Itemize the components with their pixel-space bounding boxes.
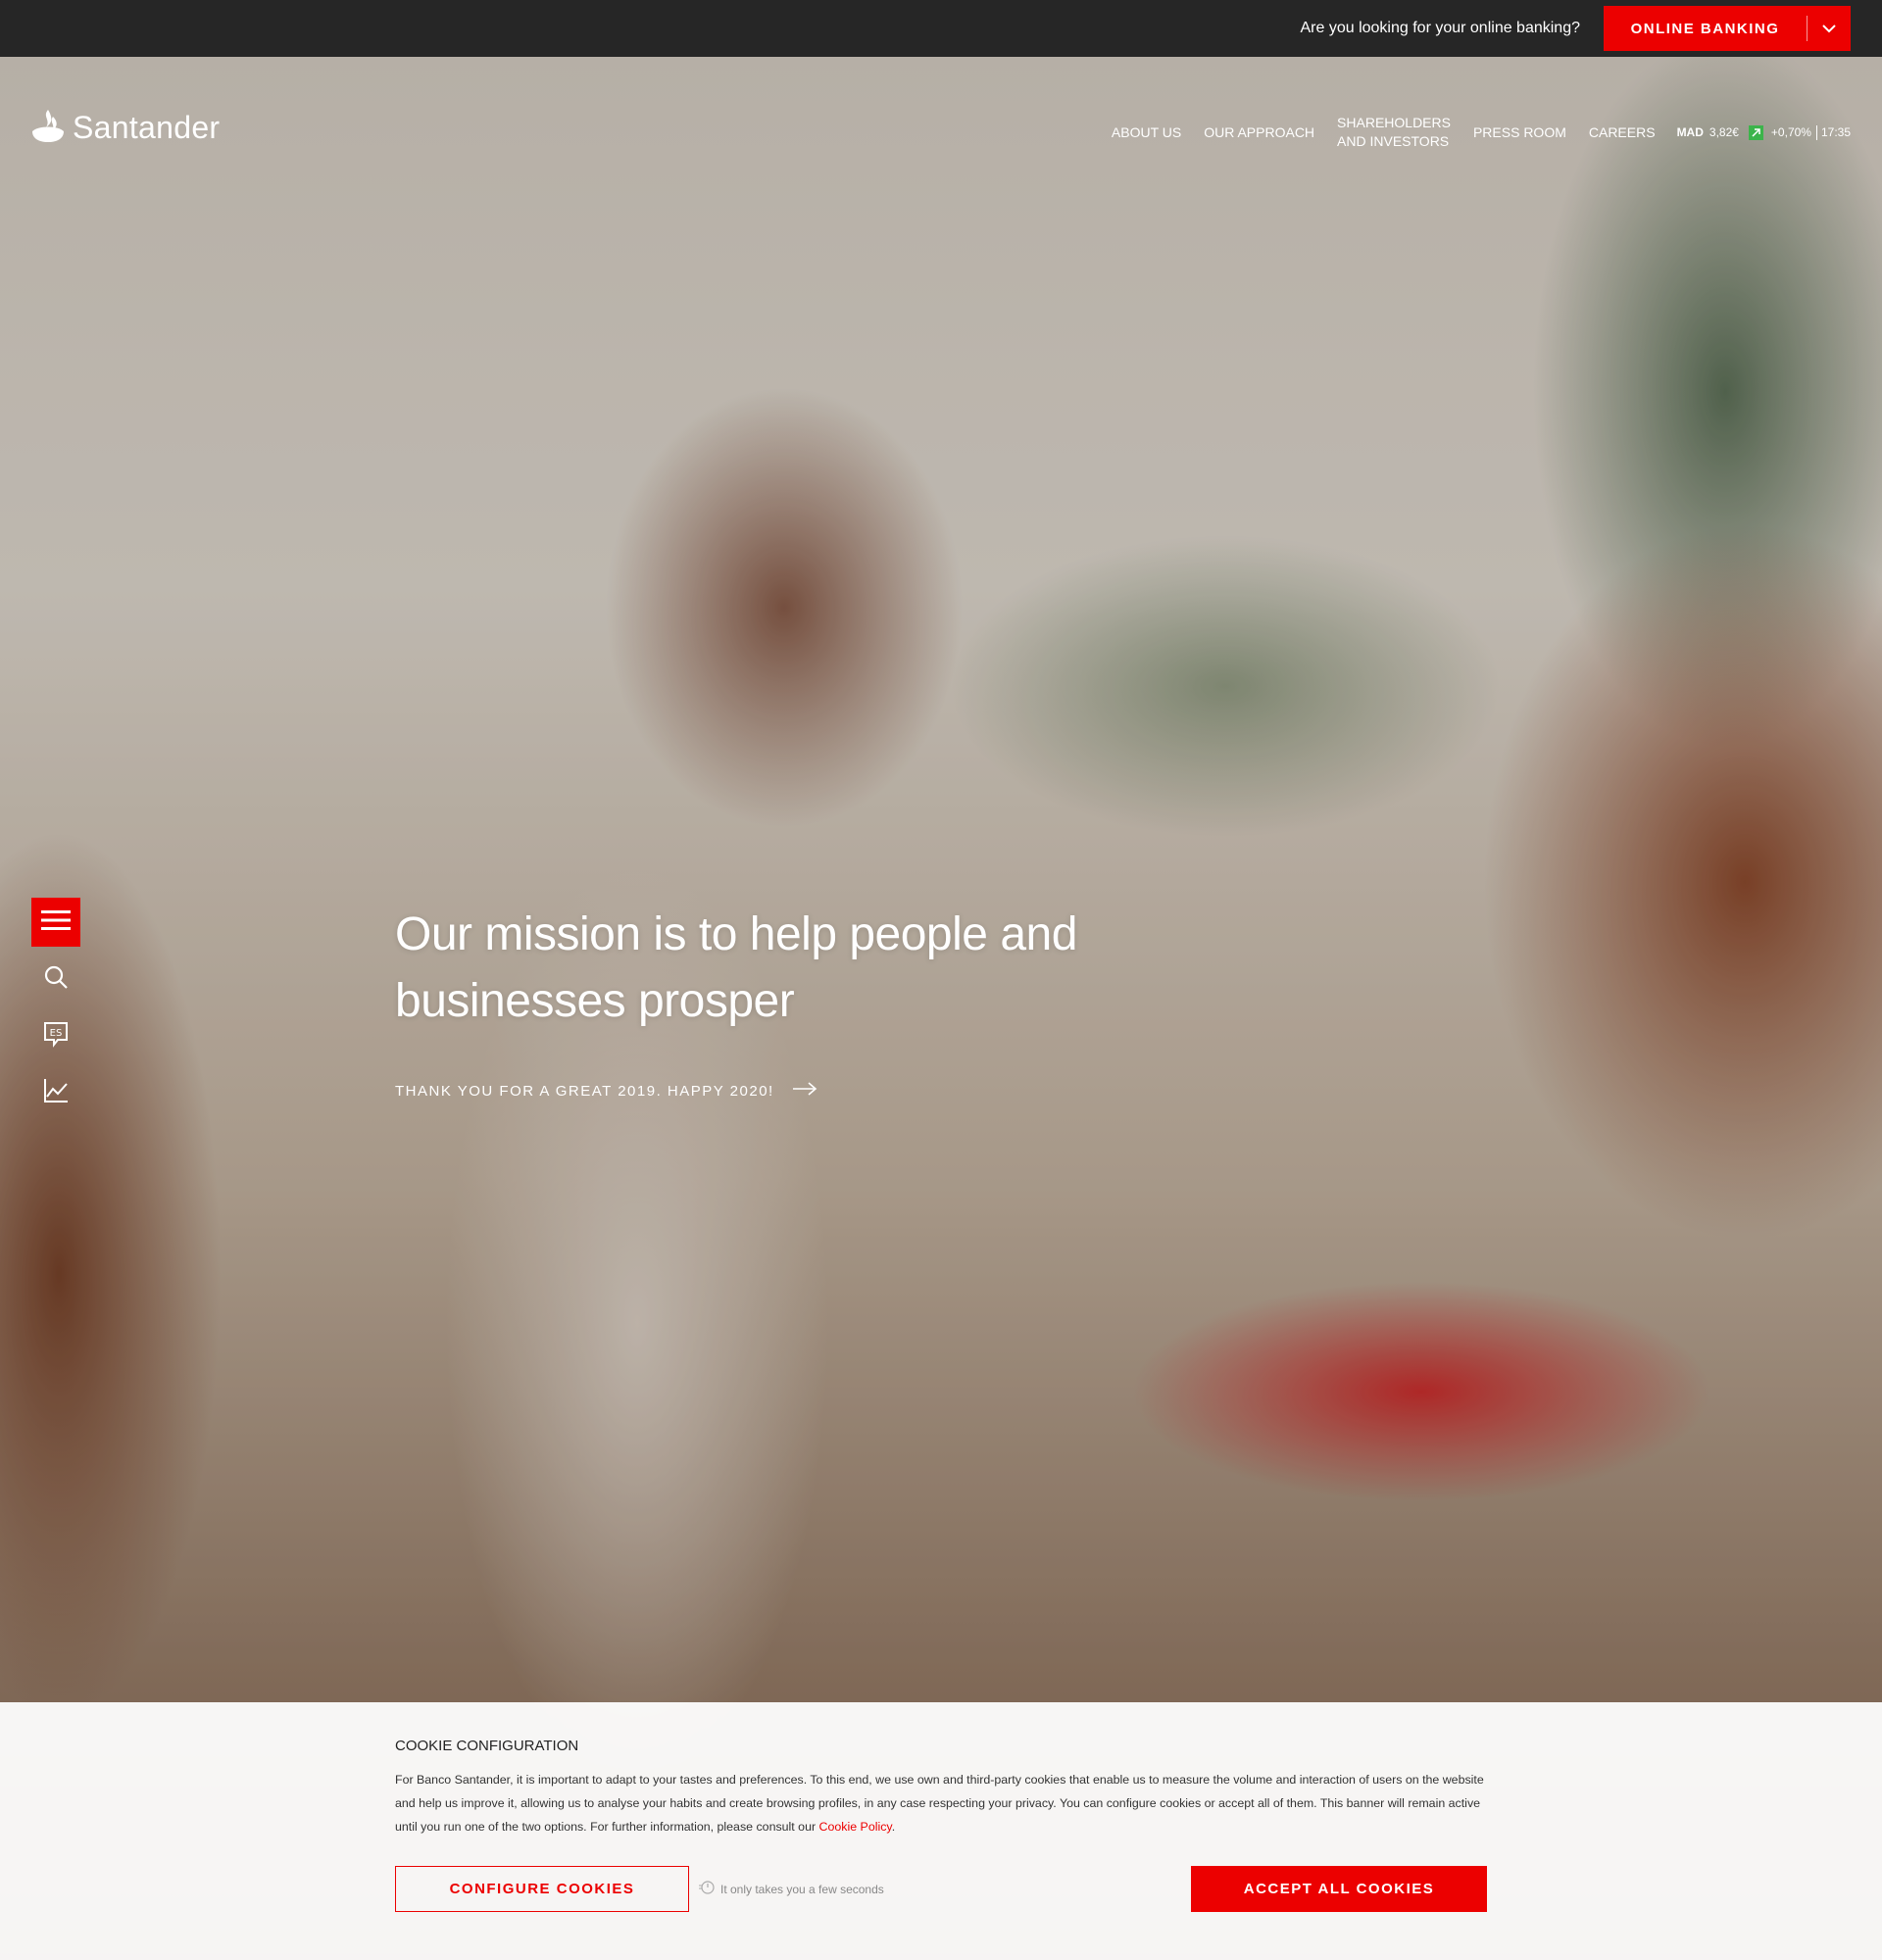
nav-shareholders-investors[interactable]: SHAREHOLDERS AND INVESTORS <box>1337 114 1451 151</box>
chevron-down-icon[interactable] <box>1808 24 1851 33</box>
cookie-title: COOKIE CONFIGURATION <box>395 1738 579 1754</box>
cookie-banner: COOKIE CONFIGURATION For Banco Santander… <box>0 1702 1882 1960</box>
configure-cookies-button[interactable]: CONFIGURE COOKIES <box>395 1866 689 1912</box>
floating-sidebar: ES <box>31 898 80 1125</box>
stock-ticker[interactable]: MAD 3,82€ +0,70% 17:35 <box>1676 124 1851 140</box>
cookie-description-text: For Banco Santander, it is important to … <box>395 1773 1484 1834</box>
accept-all-cookies-button[interactable]: ACCEPT ALL COOKIES <box>1191 1866 1487 1912</box>
cookie-policy-link[interactable]: Cookie Policy <box>819 1820 892 1834</box>
language-es-icon: ES <box>42 1020 70 1053</box>
flame-logo-icon <box>29 108 67 148</box>
santander-logo[interactable]: Santander <box>29 108 220 148</box>
ticker-divider <box>1815 124 1817 140</box>
menu-button[interactable] <box>31 898 80 947</box>
stock-chart-icon <box>42 1077 70 1109</box>
ticker-change: +0,70% <box>1770 125 1811 139</box>
ticker-symbol: MAD <box>1676 125 1704 139</box>
arrow-up-icon <box>1748 124 1763 140</box>
top-bar: Are you looking for your online banking?… <box>0 0 1882 57</box>
hero-cta-label: THANK YOU FOR A GREAT 2019. HAPPY 2020! <box>395 1082 774 1100</box>
arrow-right-icon <box>774 1082 817 1100</box>
online-banking-question: Are you looking for your online banking? <box>1300 20 1580 36</box>
nav-our-approach[interactable]: OUR APPROACH <box>1204 123 1314 142</box>
cookie-description-end: . <box>891 1820 896 1834</box>
online-banking-label: ONLINE BANKING <box>1630 20 1780 37</box>
nav-press-room[interactable]: PRESS ROOM <box>1473 123 1566 142</box>
main-nav: ABOUT US OUR APPROACH SHAREHOLDERS AND I… <box>1089 114 1851 151</box>
nav-careers[interactable]: CAREERS <box>1589 123 1656 142</box>
ticker-time: 17:35 <box>1820 125 1851 139</box>
cookie-content: COOKIE CONFIGURATION For Banco Santander… <box>395 1738 1487 1838</box>
cookie-hint: It only takes you a few seconds <box>699 1880 884 1898</box>
stock-chart-button[interactable] <box>31 1068 80 1117</box>
nav-shareholders-line1: SHAREHOLDERS <box>1337 115 1451 130</box>
site-header: Santander ABOUT US OUR APPROACH SHAREHOL… <box>0 57 1882 204</box>
search-icon <box>43 964 69 995</box>
cookie-hint-text: It only takes you a few seconds <box>720 1882 884 1896</box>
nav-shareholders-line2: AND INVESTORS <box>1337 133 1450 149</box>
hero-content: Our mission is to help people and busine… <box>395 902 1140 1100</box>
cookie-description: For Banco Santander, it is important to … <box>395 1768 1487 1838</box>
hero-cta-link[interactable]: THANK YOU FOR A GREAT 2019. HAPPY 2020! <box>395 1082 1140 1100</box>
nav-about-us[interactable]: ABOUT US <box>1112 123 1181 142</box>
ticker-price: 3,82€ <box>1709 125 1739 139</box>
timer-icon <box>699 1880 720 1898</box>
language-button[interactable]: ES <box>31 1011 80 1060</box>
brand-name: Santander <box>73 110 221 145</box>
hero-title: Our mission is to help people and busine… <box>395 908 1077 1027</box>
cookie-actions: CONFIGURE COOKIES It only takes you a fe… <box>395 1866 1487 1912</box>
svg-text:ES: ES <box>50 1028 63 1039</box>
menu-icon <box>41 908 71 937</box>
online-banking-button[interactable]: ONLINE BANKING <box>1604 6 1851 51</box>
search-button[interactable] <box>31 955 80 1004</box>
